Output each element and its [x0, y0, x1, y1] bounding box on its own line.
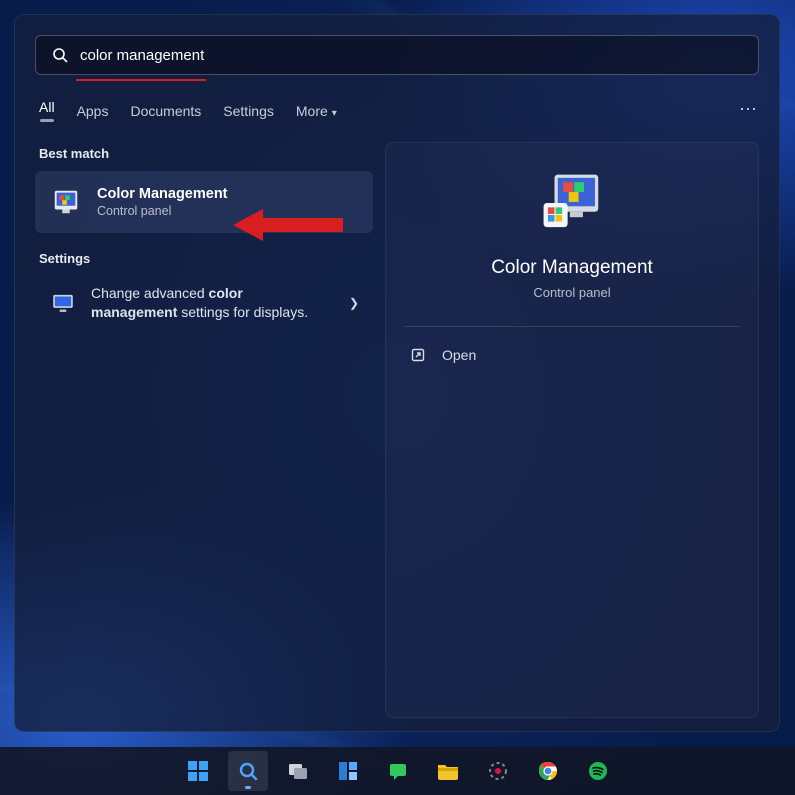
chat-button[interactable] — [378, 751, 418, 791]
tab-more[interactable]: More▾ — [296, 103, 337, 119]
tab-all[interactable]: All — [39, 99, 55, 122]
task-view-button[interactable] — [278, 751, 318, 791]
detail-subtitle: Control panel — [533, 285, 610, 300]
start-button[interactable] — [178, 751, 218, 791]
detail-pane: Color Management Control panel Open — [385, 142, 759, 718]
detail-app-icon — [536, 167, 608, 239]
annotation-underline — [76, 79, 206, 81]
start-search-panel: All Apps Documents Settings More▾ ⋯ Best… — [14, 14, 780, 732]
detail-divider — [404, 326, 740, 327]
file-explorer-button[interactable] — [428, 751, 468, 791]
taskbar — [0, 747, 795, 795]
settings-item-text-suffix: settings for displays. — [177, 304, 308, 320]
chevron-down-icon: ▾ — [332, 108, 337, 119]
settings-result-advanced-color[interactable]: Change advanced color management setting… — [35, 276, 373, 330]
more-options-button[interactable]: ⋯ — [739, 99, 759, 120]
search-box[interactable] — [35, 35, 759, 75]
best-match-label: Best match — [39, 146, 373, 161]
search-button[interactable] — [228, 751, 268, 791]
detail-title: Color Management — [491, 257, 653, 279]
open-external-icon — [410, 347, 426, 363]
search-input[interactable] — [80, 47, 742, 64]
search-icon — [52, 47, 68, 63]
result-color-management[interactable]: Color Management Control panel — [35, 171, 373, 233]
color-management-icon — [49, 185, 83, 219]
tab-documents[interactable]: Documents — [130, 103, 201, 119]
result-subtitle: Control panel — [97, 204, 228, 218]
tab-apps[interactable]: Apps — [77, 103, 109, 119]
widgets-button[interactable] — [328, 751, 368, 791]
results-column: Best match Color Management Control pane… — [35, 142, 373, 718]
chevron-right-icon: ❯ — [349, 296, 359, 310]
open-label: Open — [442, 347, 476, 363]
filter-tabs: All Apps Documents Settings More▾ ⋯ — [39, 99, 759, 122]
result-title: Color Management — [97, 186, 228, 202]
open-button[interactable]: Open — [410, 347, 476, 363]
settings-section-label: Settings — [39, 251, 373, 266]
chrome-button[interactable] — [528, 751, 568, 791]
app-circle-button[interactable] — [478, 751, 518, 791]
display-settings-icon — [49, 289, 77, 317]
settings-item-text-prefix: Change advanced — [91, 285, 209, 301]
spotify-button[interactable] — [578, 751, 618, 791]
tab-settings[interactable]: Settings — [223, 103, 274, 119]
